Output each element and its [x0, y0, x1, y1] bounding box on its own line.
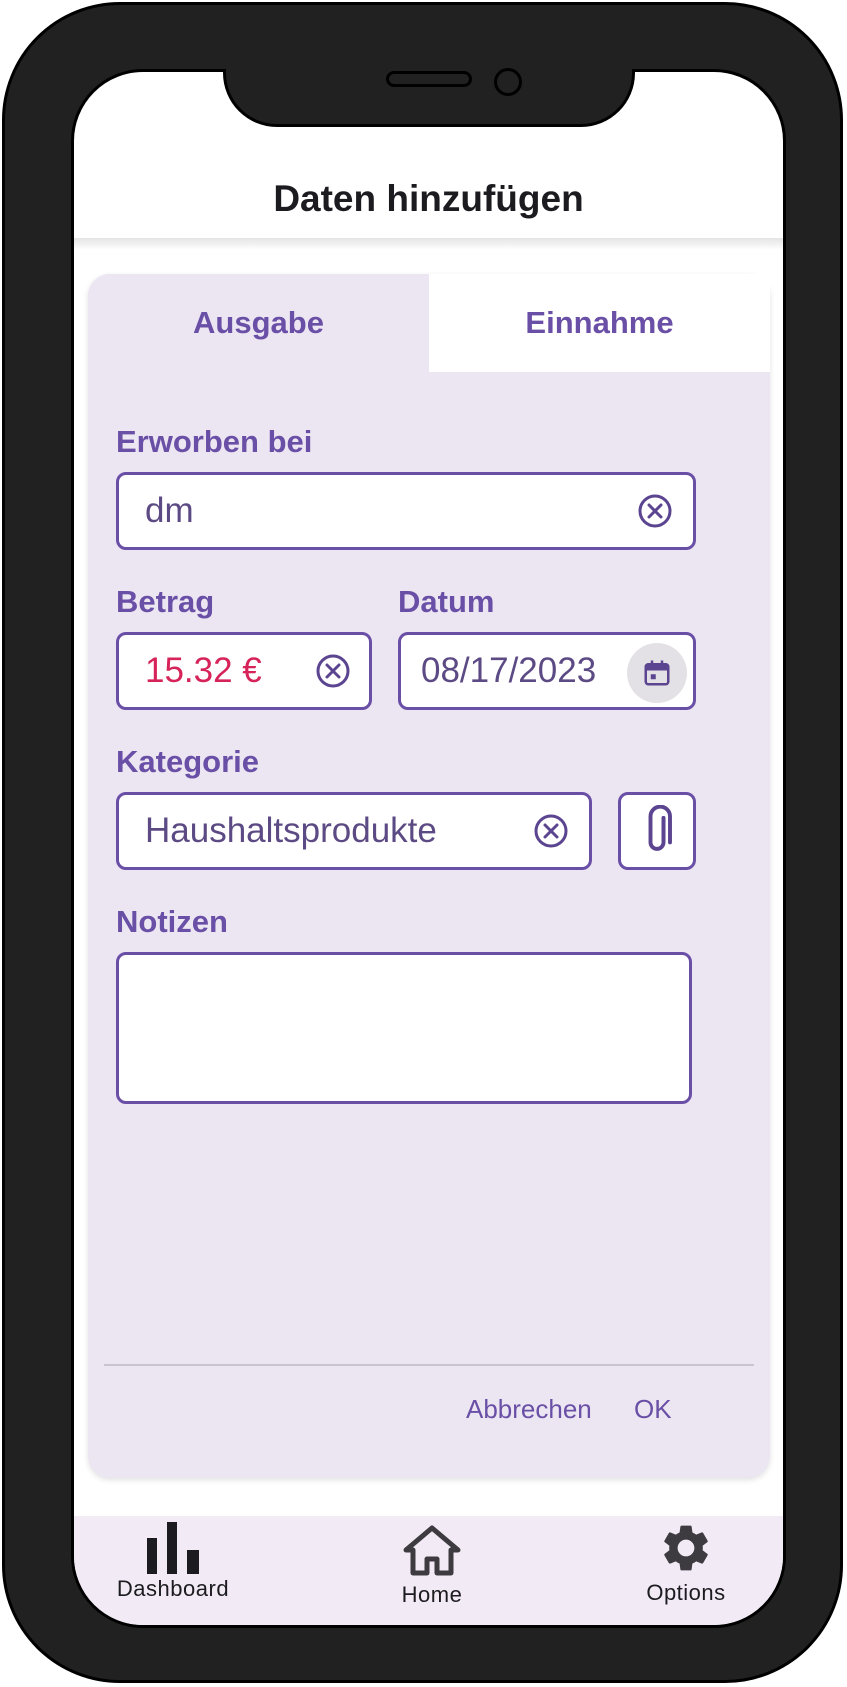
- amount-field: [116, 632, 372, 710]
- speaker-icon: [386, 71, 472, 87]
- notes-field: [116, 952, 692, 1104]
- category-label: Kategorie: [116, 744, 259, 779]
- clear-category-icon[interactable]: [533, 813, 569, 849]
- amount-label: Betrag: [116, 584, 215, 619]
- store-label: Erworben bei: [116, 424, 313, 459]
- clear-store-icon[interactable]: [637, 493, 673, 529]
- tab-ausgabe[interactable]: Ausgabe: [88, 274, 429, 372]
- nav-home[interactable]: Home: [352, 1516, 512, 1625]
- add-data-dialog: Ausgabe Einnahme Erworben bei Betrag: [88, 274, 770, 1478]
- store-field: [116, 472, 696, 550]
- calendar-icon: [644, 660, 670, 686]
- amount-input[interactable]: [145, 635, 295, 707]
- date-field: [398, 632, 696, 710]
- dialog-divider: [104, 1364, 754, 1366]
- nav-options[interactable]: Options: [606, 1516, 766, 1625]
- category-field: [116, 792, 592, 870]
- calendar-button[interactable]: [627, 643, 687, 703]
- title-bar-shadow: [74, 238, 783, 250]
- home-icon: [403, 1525, 461, 1576]
- app-screen: Daten hinzufügen Ausgabe Einnahme Erworb…: [71, 69, 786, 1628]
- date-input[interactable]: [421, 635, 621, 707]
- notes-label: Notizen: [116, 904, 228, 939]
- paperclip-icon: [648, 805, 672, 851]
- tab-einnahme[interactable]: Einnahme: [429, 274, 770, 372]
- bottom-navigation: Dashboard Home Options: [74, 1516, 783, 1625]
- nav-options-label: Options: [646, 1580, 726, 1605]
- gear-icon: [664, 1525, 708, 1571]
- nav-home-label: Home: [401, 1582, 463, 1607]
- cancel-button[interactable]: Abbrechen: [466, 1394, 592, 1425]
- phone-notch: [223, 68, 635, 127]
- camera-icon: [494, 68, 522, 96]
- category-input[interactable]: [145, 795, 505, 867]
- ok-button[interactable]: OK: [634, 1394, 672, 1425]
- notes-input[interactable]: [145, 965, 663, 1091]
- bar-chart-icon: [147, 1522, 199, 1574]
- attach-button[interactable]: [618, 792, 696, 870]
- nav-dashboard[interactable]: Dashboard: [93, 1516, 253, 1625]
- phone-frame: Daten hinzufügen Ausgabe Einnahme Erworb…: [2, 2, 843, 1683]
- date-label: Datum: [398, 584, 495, 619]
- store-input[interactable]: [145, 475, 547, 547]
- page-title: Daten hinzufügen: [273, 178, 584, 219]
- nav-dashboard-label: Dashboard: [116, 1576, 230, 1601]
- clear-amount-icon[interactable]: [315, 653, 351, 689]
